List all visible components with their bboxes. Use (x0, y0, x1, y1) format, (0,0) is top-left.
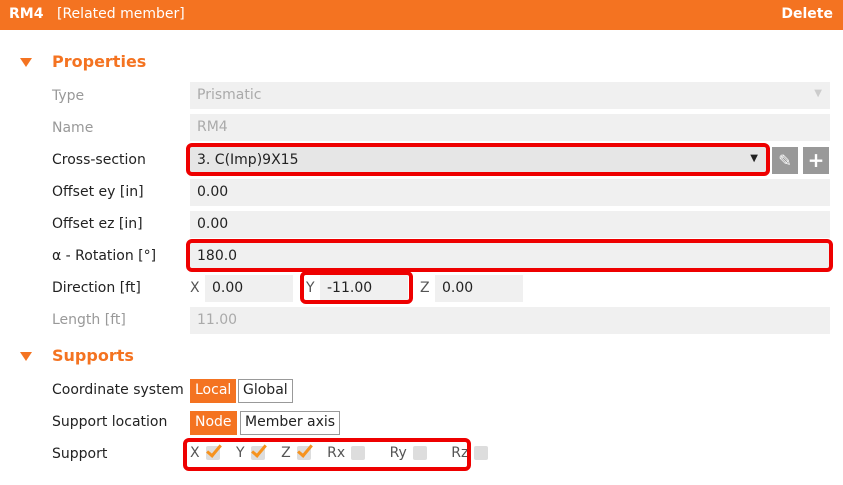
collapse-triangle-icon (20, 58, 32, 67)
member-type-label: [Related member] (57, 6, 185, 22)
section-title: Properties (52, 52, 147, 71)
direction-label: Direction [ft] (52, 280, 141, 296)
node-option[interactable]: Node (190, 411, 237, 435)
direction-z-input[interactable]: 0.00 (435, 275, 523, 302)
local-option[interactable]: Local (190, 379, 237, 403)
edit-pencil-icon[interactable]: ✎ (772, 147, 798, 174)
collapse-triangle-icon (20, 352, 32, 361)
dropdown-arrow-icon: ▼ (814, 88, 822, 99)
length-label: Length [ft] (52, 312, 126, 328)
support-location-label: Support location (52, 414, 168, 430)
name-input[interactable]: RM4 (190, 114, 830, 141)
delete-button[interactable]: Delete (781, 6, 833, 22)
highlight-box (186, 143, 770, 176)
properties-section-toggle[interactable]: Properties (20, 52, 146, 71)
rotation-label: α - Rotation [°] (52, 248, 157, 264)
type-label: Type (52, 88, 85, 104)
type-select[interactable]: Prismatic ▼ (190, 82, 830, 109)
offset-ey-input[interactable]: 0.00 (190, 179, 830, 206)
support-label: Support (52, 446, 108, 462)
global-option[interactable]: Global (238, 379, 293, 403)
direction-z-label: Z (420, 280, 430, 296)
offset-ey-label: Offset ey [in] (52, 184, 144, 200)
type-value: Prismatic (197, 87, 262, 103)
cross-section-label: Cross-section (52, 152, 146, 168)
name-label: Name (52, 120, 94, 136)
rz-checkbox[interactable] (474, 446, 489, 460)
member-id: RM4 (9, 6, 44, 22)
header-bar: RM4 [Related member] Delete (0, 0, 843, 30)
supports-section-toggle[interactable]: Supports (20, 346, 134, 365)
offset-ez-label: Offset ez [in] (52, 216, 143, 232)
direction-x-label: X (190, 280, 200, 296)
highlight-box (300, 271, 413, 304)
add-plus-icon[interactable]: + (803, 147, 829, 174)
offset-ez-input[interactable]: 0.00 (190, 211, 830, 238)
member-axis-option[interactable]: Member axis (240, 411, 341, 435)
section-title: Supports (52, 346, 134, 365)
direction-x-input[interactable]: 0.00 (205, 275, 293, 302)
highlight-box (183, 438, 471, 471)
length-input: 11.00 (190, 307, 830, 334)
highlight-box (186, 239, 833, 272)
coordinate-system-label: Coordinate system (52, 382, 184, 398)
